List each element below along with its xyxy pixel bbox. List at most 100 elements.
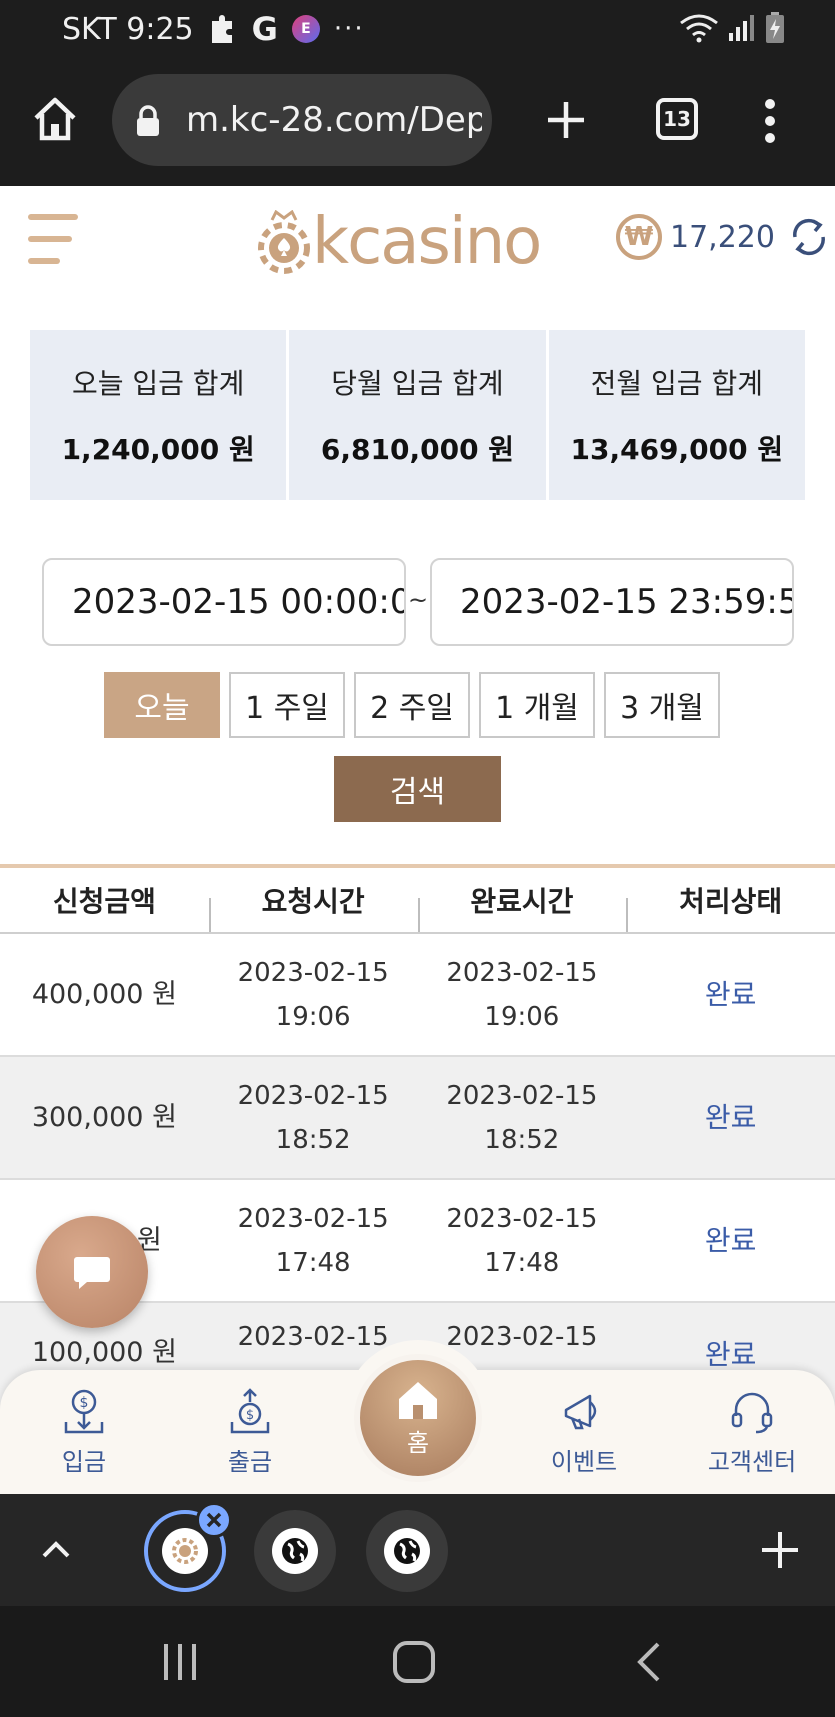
request-date: 2023-02-15 — [237, 957, 389, 988]
complete-time: 18:52 — [484, 1124, 560, 1155]
kcasino-logo[interactable]: kcasino — [256, 206, 542, 278]
withdraw-icon: $ — [230, 1387, 270, 1433]
nav-event-label: 이벤트 — [550, 1447, 618, 1476]
tab-web-2[interactable] — [366, 1510, 448, 1592]
nav-event[interactable]: 이벤트 — [514, 1370, 654, 1494]
summary-label: 전월 입금 합계 — [590, 367, 763, 400]
period-2week-button[interactable]: 2 주일 — [354, 672, 470, 738]
google-icon: G — [251, 10, 278, 48]
cell-request-time: 2023-02-15 17:48 — [209, 1180, 418, 1301]
summary-value: 1,240,000 원 — [61, 433, 255, 466]
nav-home-button[interactable]: 홈 — [354, 1354, 482, 1482]
nav-withdraw[interactable]: $ 출금 — [180, 1370, 320, 1494]
browser-tab-strip — [0, 1494, 835, 1606]
balance-display: ₩ 17,220 — [616, 214, 829, 260]
complete-time: 17:48 — [484, 1247, 560, 1278]
complete-time: 19:06 — [484, 1001, 560, 1032]
summary-value: 13,469,000 원 — [570, 433, 784, 466]
cell-complete-time: 2023-02-15 17:48 — [418, 1180, 627, 1301]
cell-request-time: 2023-02-15 19:06 — [209, 934, 418, 1055]
status-left: SKT 9:25 G E ··· — [62, 10, 365, 48]
more-notifications-icon: ··· — [333, 14, 365, 44]
nav-deposit[interactable]: $ 입금 — [14, 1370, 154, 1494]
back-nav-icon[interactable] — [634, 1642, 664, 1682]
kcasino-favicon — [162, 1528, 208, 1574]
cell-status: 완료 — [704, 1100, 757, 1134]
complete-date: 2023-02-15 — [446, 1322, 598, 1352]
refresh-icon[interactable] — [789, 217, 829, 257]
header-request-time: 요청시간 — [208, 868, 418, 932]
browser-home-button[interactable] — [30, 94, 80, 144]
house-icon — [399, 1381, 437, 1419]
system-navigation-bar — [0, 1606, 835, 1717]
browser-toolbar: m.kc-28.com/Deposit 13 — [0, 58, 835, 186]
period-buttons: 오늘 1 주일 2 주일 1 개월 3 개월 — [104, 672, 720, 738]
request-date: 2023-02-15 — [237, 1322, 389, 1352]
signal-icon — [729, 15, 754, 41]
add-tab-icon[interactable] — [760, 1530, 800, 1570]
chat-button[interactable] — [36, 1216, 148, 1328]
nav-home-label: 홈 — [406, 1428, 430, 1457]
nav-deposit-label: 입금 — [61, 1447, 107, 1476]
status-right — [679, 12, 785, 44]
recent-apps-icon[interactable] — [160, 1642, 200, 1682]
close-tab-icon[interactable] — [196, 1502, 232, 1538]
period-today-button[interactable]: 오늘 — [104, 672, 220, 738]
headset-icon — [731, 1392, 773, 1433]
svg-text:$: $ — [246, 1408, 254, 1423]
chat-bubble-icon — [74, 1257, 110, 1289]
cell-complete-time: 2023-02-15 18:52 — [418, 1057, 627, 1178]
date-separator: ~ — [408, 586, 429, 614]
period-1month-button[interactable]: 1 개월 — [479, 672, 595, 738]
chevron-up-icon[interactable] — [40, 1534, 72, 1566]
puzzle-icon — [208, 13, 238, 45]
nav-support[interactable]: 고객센터 — [682, 1370, 822, 1494]
home-nav-icon[interactable] — [392, 1640, 436, 1684]
header-status: 처리상태 — [626, 868, 835, 932]
won-icon: ₩ — [616, 214, 662, 260]
svg-text:$: $ — [80, 1395, 89, 1411]
battery-icon — [766, 12, 784, 43]
app-e-icon: E — [291, 15, 320, 43]
complete-date: 2023-02-15 — [446, 1203, 598, 1234]
address-bar[interactable]: m.kc-28.com/Deposit — [112, 74, 492, 166]
request-time: 18:52 — [275, 1124, 351, 1155]
wifi-icon — [680, 14, 718, 43]
date-to-input[interactable]: 2023-02-15 23:59:59 — [430, 558, 794, 646]
globe-icon — [384, 1528, 430, 1574]
search-button[interactable]: 검색 — [334, 756, 501, 822]
more-menu-icon[interactable] — [758, 96, 782, 146]
table-header: 신청금액 요청시간 완료시간 처리상태 — [0, 868, 835, 934]
screen: SKT 9:25 G E ··· m.kc-28.com/Deposit — [0, 0, 835, 1717]
new-tab-button[interactable] — [544, 98, 588, 142]
summary-today: 오늘 입금 합계 1,240,000 원 — [30, 330, 287, 500]
deposit-icon: $ — [64, 1389, 104, 1433]
header-complete-time: 완료시간 — [417, 868, 627, 932]
summary-label: 당월 입금 합계 — [331, 367, 504, 400]
period-3month-button[interactable]: 3 개월 — [604, 672, 720, 738]
nav-withdraw-label: 출금 — [227, 1447, 273, 1476]
request-time: 19:06 — [275, 1001, 351, 1032]
status-bar: SKT 9:25 G E ··· — [0, 0, 835, 58]
nav-support-label: 고객센터 — [707, 1447, 797, 1476]
tab-web-1[interactable] — [254, 1510, 336, 1592]
hamburger-menu-icon[interactable] — [28, 212, 80, 266]
period-1week-button[interactable]: 1 주일 — [229, 672, 345, 738]
request-time: 17:48 — [275, 1247, 351, 1278]
complete-date: 2023-02-15 — [446, 1080, 598, 1111]
url-text: m.kc-28.com/Deposit — [186, 100, 482, 140]
logo-text: kcasino — [312, 205, 542, 279]
cell-request-time: 2023-02-15 18:52 — [209, 1057, 418, 1178]
date-from-input[interactable]: 2023-02-15 00:00:00 — [42, 558, 406, 646]
table-row[interactable]: 300,000 원 2023-02-15 18:52 2023-02-15 18:5… — [0, 1057, 835, 1180]
table-row[interactable]: 400,000 원 2023-02-15 19:06 2023-02-15 19:0… — [0, 934, 835, 1057]
balance-value: 17,220 — [670, 219, 775, 255]
request-date: 2023-02-15 — [237, 1203, 389, 1234]
cell-amount: 400,000 원 — [31, 978, 177, 1010]
carrier-time: SKT 9:25 — [62, 11, 194, 47]
lock-icon — [134, 104, 162, 138]
megaphone-icon — [564, 1394, 597, 1429]
casino-chip-icon — [258, 210, 310, 274]
cell-amount: 300,000 원 — [31, 1101, 177, 1133]
tab-switcher-button[interactable]: 13 — [656, 98, 698, 140]
